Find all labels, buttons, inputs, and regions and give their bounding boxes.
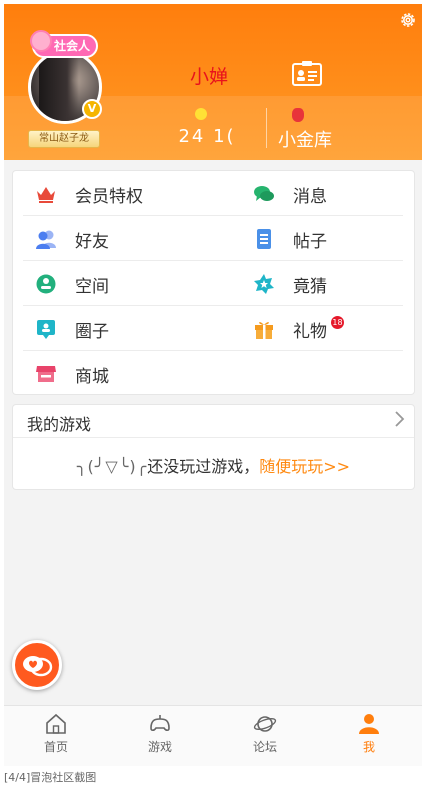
user-title-tag: 常山赵子龙: [28, 130, 100, 148]
menu-row: 商城: [23, 351, 403, 396]
money-bag-icon: [292, 108, 304, 122]
pig-icon: [30, 30, 52, 52]
tab-label: 我: [362, 740, 375, 754]
menu-item-friends[interactable]: 好友: [35, 216, 215, 261]
menu-item-circles[interactable]: 圈子: [35, 306, 215, 351]
phone-screen: 社会人 V 常山赵子龙 小婵 24 1( 小金库 会员特权 消息 好友 帖子 空…: [4, 4, 422, 766]
tab-me[interactable]: 我: [317, 706, 421, 766]
sticker-text: 社会人: [54, 39, 91, 53]
coin-balance-main: 24: [178, 126, 206, 147]
chat-bubbles-icon: [254, 186, 274, 201]
menu-item-guessing[interactable]: 竟猜: [253, 261, 422, 306]
menu-label: 竟猜: [293, 277, 327, 297]
menu-item-vip-privileges[interactable]: 会员特权: [35, 171, 215, 216]
id-card-icon[interactable]: [292, 60, 322, 86]
menu-item-space[interactable]: 空间: [35, 261, 215, 306]
coin-balance[interactable]: 24 1(: [172, 126, 242, 147]
crown-icon: [37, 187, 55, 203]
menu-label: 会员特权: [75, 187, 143, 207]
emoticon: ╮(╯▽╰)╭: [76, 457, 148, 476]
games-title[interactable]: 我的游戏: [27, 411, 91, 435]
chat-float-button[interactable]: [12, 640, 62, 690]
gift-count-badge: 18: [331, 316, 344, 329]
home-icon: [46, 713, 66, 734]
person-icon: [359, 714, 379, 734]
space-icon: [36, 274, 56, 294]
menu-row: 会员特权 消息: [23, 171, 403, 216]
coin-icon: [195, 108, 207, 120]
stat-divider: [266, 108, 267, 148]
friends-icon: [36, 230, 56, 249]
menu-label: 圈子: [75, 322, 109, 342]
gear-icon[interactable]: [398, 10, 418, 30]
menu-label: 消息: [293, 187, 327, 207]
shop-icon: [36, 366, 56, 382]
menu-row: 空间 竟猜: [23, 261, 403, 306]
divider: [13, 437, 414, 438]
avatar-sticker: 社会人: [30, 30, 99, 58]
coin-balance-tail: 1(: [213, 126, 236, 147]
menu-label: 空间: [75, 277, 109, 297]
menu-row: 圈子 礼物 18: [23, 306, 403, 351]
gift-icon: [255, 322, 273, 339]
planet-icon: [253, 716, 277, 732]
menu-label: 好友: [75, 232, 109, 252]
vault-label[interactable]: 小金库: [270, 126, 340, 152]
tab-label: 首页: [43, 740, 68, 754]
menu-label: 帖子: [293, 232, 327, 252]
image-caption: [4/4]冒泡社区截图: [4, 771, 97, 784]
menu-label: 商城: [75, 367, 109, 387]
circle-group-icon: [37, 320, 55, 339]
menu-item-gifts[interactable]: 礼物 18: [253, 306, 422, 351]
empty-games-text: 还没玩过游戏，: [147, 457, 260, 476]
heart-chat-icon: [23, 656, 53, 677]
vip-badge: V: [82, 99, 102, 119]
tab-home[interactable]: 首页: [4, 706, 108, 766]
menu-label: 礼物: [293, 322, 327, 342]
username[interactable]: 小婵: [174, 62, 244, 89]
menu-item-shop[interactable]: 商城: [35, 351, 215, 396]
menu-row: 好友 帖子: [23, 216, 403, 261]
document-icon: [257, 229, 271, 249]
menu-item-posts[interactable]: 帖子: [253, 216, 422, 261]
bottom-tab-bar: 首页 游戏 论坛 我: [4, 705, 422, 766]
star-badge-icon: [254, 274, 274, 294]
menu-item-messages[interactable]: 消息: [253, 171, 422, 216]
tab-forum[interactable]: 论坛: [213, 706, 317, 766]
tab-label: 论坛: [252, 740, 277, 754]
my-games-card: 我的游戏 ╮(╯▽╰)╭还没玩过游戏，随便玩玩>>: [12, 404, 415, 490]
play-random-link[interactable]: 随便玩玩>>: [259, 457, 350, 476]
tab-games[interactable]: 游戏: [108, 706, 212, 766]
tab-label: 游戏: [147, 740, 172, 754]
chevron-right-icon[interactable]: [392, 410, 406, 428]
feature-menu: 会员特权 消息 好友 帖子 空间 竟猜 圈子 礼物 18 商城: [12, 170, 415, 395]
empty-games-message: ╮(╯▽╰)╭还没玩过游戏，随便玩玩>>: [13, 453, 414, 477]
gamepad-icon: [150, 715, 170, 732]
avatar-photo: [39, 53, 79, 121]
profile-header: 社会人 V 常山赵子龙 小婵 24 1( 小金库: [4, 4, 422, 160]
